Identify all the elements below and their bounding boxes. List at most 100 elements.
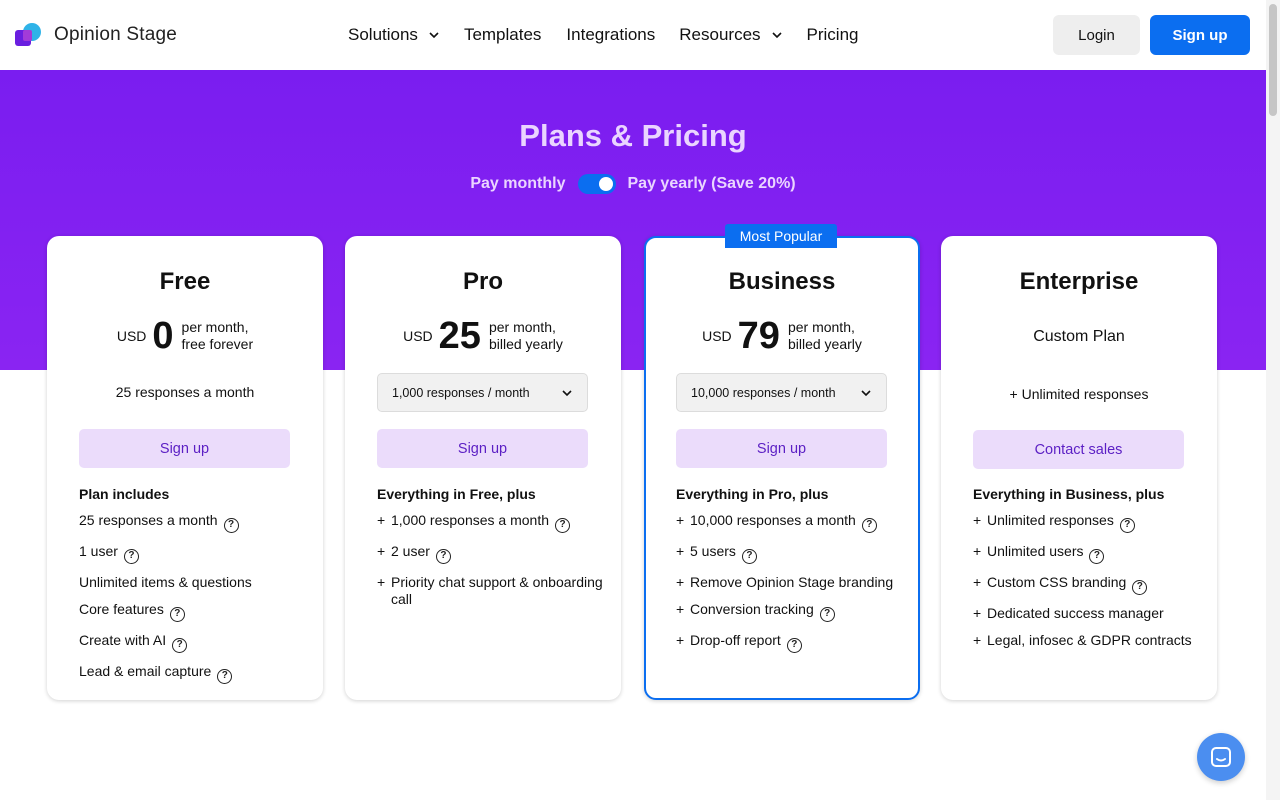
nav-resources[interactable]: Resources [679, 25, 782, 45]
plan-name: Pro [462, 268, 503, 295]
feature-item: +1,000 responses a month? [377, 512, 607, 533]
help-icon[interactable]: ? [741, 549, 757, 564]
help-icon[interactable]: ? [172, 638, 188, 653]
scrollbar[interactable] [1266, 0, 1280, 800]
nav-solutions[interactable]: Solutions [348, 25, 440, 45]
feature-item: Create with AI? [79, 632, 309, 653]
feature-item: + Unlimited responses? [973, 512, 1203, 533]
nav-templates[interactable]: Templates [464, 25, 541, 45]
chevron-down-icon [562, 389, 572, 396]
signup-business-button[interactable]: Sign up [676, 429, 887, 468]
feature-item: +2 user? [377, 543, 607, 564]
feature-label: 1,000 responses a month [391, 512, 549, 528]
feature-label: 25 responses a month [79, 512, 218, 528]
plus-sign: + [973, 632, 982, 648]
plan-card-pro: Pro USD 25 per month, billed yearly 1,000… [345, 236, 621, 700]
help-icon[interactable]: ? [123, 549, 139, 564]
pay-yearly-label[interactable]: Pay yearly (Save 20%) [628, 175, 796, 193]
dropdown-value: 10,000 responses / month [691, 385, 836, 400]
plan-name: Enterprise [1019, 268, 1139, 295]
plus-sign: + [676, 632, 685, 648]
feature-item: + Conversion tracking? [676, 601, 906, 622]
responses-dropdown[interactable]: 1,000 responses / month [377, 373, 588, 412]
most-popular-badge: Most Popular [725, 224, 837, 248]
includes-title: Everything in Pro, plus [676, 486, 829, 502]
help-icon[interactable]: ? [1132, 580, 1148, 595]
help-icon[interactable]: ? [1089, 549, 1105, 564]
responses-text: 25 responses a month [115, 384, 255, 400]
feature-label: Dedicated success manager [987, 605, 1164, 621]
login-button[interactable]: Login [1053, 15, 1140, 55]
signup-pro-button[interactable]: Sign up [377, 429, 588, 468]
plus-sign: + [377, 574, 386, 590]
feature-text: Remove Opinion Stage branding [690, 574, 893, 591]
feature-text: 25 responses a month? [79, 512, 239, 533]
feature-text: 10,000 responses a month? [690, 512, 877, 533]
nav-solutions-label: Solutions [348, 25, 418, 44]
feature-text: Custom CSS branding? [987, 574, 1148, 595]
logo-icon [15, 22, 44, 48]
help-icon[interactable]: ? [217, 669, 233, 684]
plus-sign: + [676, 601, 685, 617]
feature-text: Create with AI? [79, 632, 188, 653]
feature-label: 1 user [79, 543, 118, 559]
help-icon[interactable]: ? [861, 518, 877, 533]
signup-button[interactable]: Sign up [1150, 15, 1250, 55]
feature-label: Unlimited items & questions [79, 574, 252, 590]
price-period: per month, billed yearly [788, 319, 862, 353]
nav-resources-label: Resources [679, 25, 761, 44]
chevron-down-icon [429, 32, 439, 39]
help-icon[interactable]: ? [435, 549, 451, 564]
feature-label: 10,000 responses a month [690, 512, 856, 528]
feature-item: +5 users? [676, 543, 906, 564]
plan-card-free: Free USD 0 per month, free forever 25 res… [47, 236, 323, 700]
feature-item: Lead & email capture? [79, 663, 309, 684]
plan-card-business: Business USD 79 per month, billed yearly … [644, 236, 920, 700]
feature-list: 25 responses a month? 1 user? Unlimited it… [79, 512, 309, 694]
logo[interactable]: Opinion Stage [15, 22, 177, 48]
feature-text: 1 user? [79, 543, 139, 564]
help-icon[interactable]: ? [223, 518, 239, 533]
feature-item: Core features? [79, 601, 309, 622]
chevron-down-icon [771, 32, 782, 39]
contact-sales-button[interactable]: Contact sales [973, 430, 1184, 469]
feature-text: Priority chat support & onboarding call [391, 574, 607, 608]
period-line2: billed yearly [488, 336, 563, 352]
signup-free-button[interactable]: Sign up [79, 429, 290, 468]
plus-sign: + [676, 543, 685, 559]
includes-title: Everything in Free, plus [377, 486, 536, 502]
help-icon[interactable]: ? [819, 607, 835, 622]
price-period: per month, free forever [182, 319, 254, 353]
plus-sign: + [676, 512, 685, 528]
plus-sign: + [973, 605, 982, 621]
pay-monthly-label[interactable]: Pay monthly [470, 175, 565, 193]
feature-item: + Legal, infosec & GDPR contracts [973, 632, 1203, 649]
period-line1: per month, [787, 319, 855, 335]
feature-text: Unlimited users? [987, 543, 1105, 564]
help-icon[interactable]: ? [169, 607, 185, 622]
feature-label: Priority chat support & onboarding call [391, 574, 603, 607]
nav-pricing-label: Pricing [806, 25, 859, 44]
period-line1: per month, [181, 319, 249, 335]
feature-item: + Remove Opinion Stage branding [676, 574, 906, 591]
help-icon[interactable]: ? [1119, 518, 1135, 533]
billing-toggle[interactable] [577, 174, 616, 194]
feature-text: Unlimited items & questions [79, 574, 252, 591]
plus-sign: + [377, 543, 386, 559]
feature-item: + Drop-off report? [676, 632, 906, 653]
feature-label: Lead & email capture [79, 663, 212, 679]
chat-launcher-button[interactable] [1197, 733, 1245, 781]
nav-pricing[interactable]: Pricing [807, 25, 859, 45]
responses-dropdown[interactable]: 10,000 responses / month [676, 373, 887, 412]
price-period: per month, billed yearly [489, 319, 563, 353]
responses-text: + Unlimited responses [1009, 386, 1149, 402]
feature-item: 1 user? [79, 543, 309, 564]
price-row: USD 79 per month, billed yearly [646, 316, 918, 356]
feature-label: Remove Opinion Stage branding [690, 574, 894, 590]
scrollbar-thumb[interactable] [1269, 4, 1277, 116]
nav-integrations[interactable]: Integrations [566, 25, 655, 45]
help-icon[interactable]: ? [555, 518, 570, 533]
help-icon[interactable]: ? [786, 638, 802, 653]
includes-title: Plan includes [79, 486, 170, 502]
feature-text: Conversion tracking? [690, 601, 835, 622]
